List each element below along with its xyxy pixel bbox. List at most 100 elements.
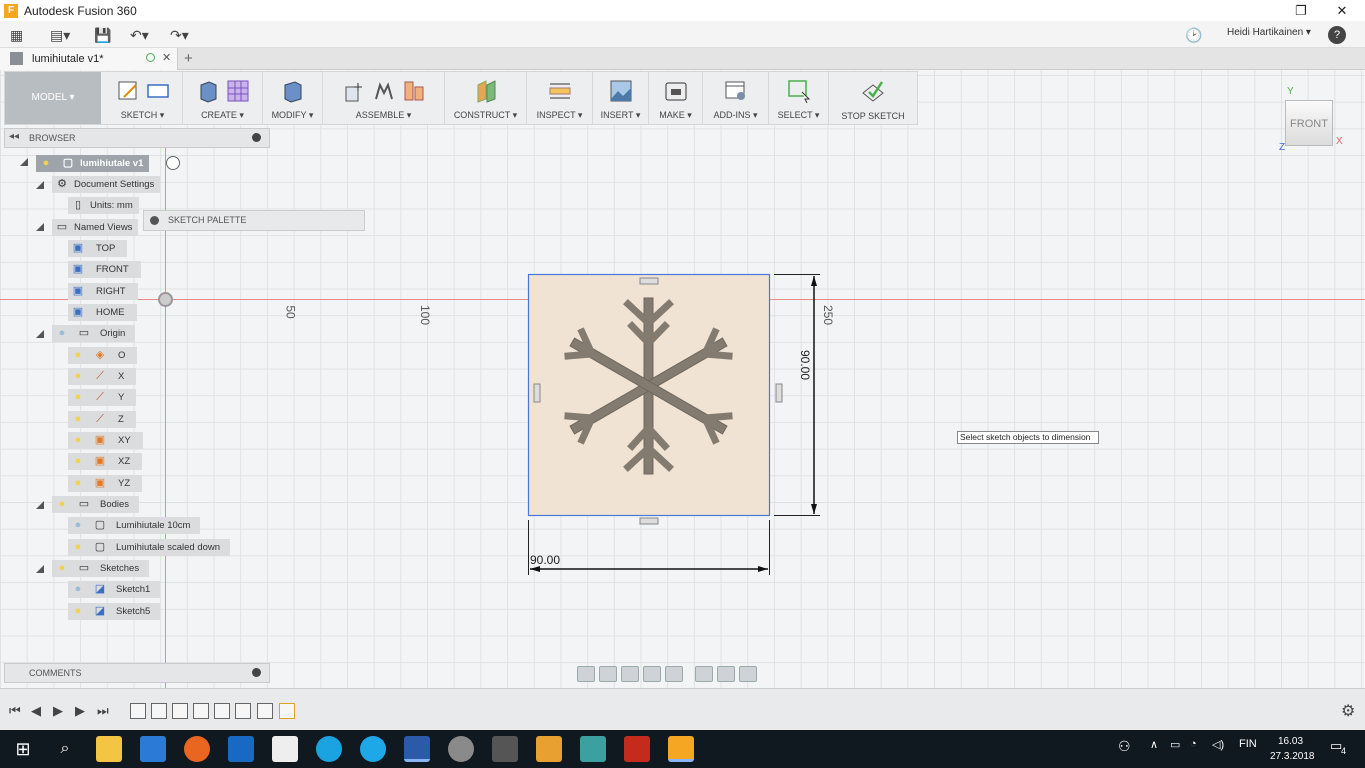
undo-icon[interactable]: ↶▾ (130, 25, 149, 45)
browser-pin-icon[interactable] (252, 133, 261, 142)
browser-item-view-home[interactable]: ▣ HOME (68, 304, 137, 321)
bulb-icon[interactable]: ● (55, 498, 69, 512)
browser-item-xz-plane[interactable]: ● ▣ XZ (68, 453, 143, 470)
look-at-icon[interactable] (599, 666, 617, 682)
timeline-feature-icon[interactable] (151, 703, 167, 719)
data-panel-grid-icon[interactable]: ▦ (10, 25, 23, 45)
browser-root[interactable]: ● ▢ lumihiutale v1 (36, 155, 150, 172)
tab-document[interactable]: lumihiutale v1* ✕ (0, 48, 178, 70)
help-icon[interactable]: ? (1328, 26, 1346, 44)
play-icon[interactable]: ▶ (53, 703, 63, 719)
skype-business-icon[interactable] (316, 736, 342, 762)
browser-item-units[interactable]: ▯ Units: mm (68, 197, 139, 214)
as-built-joint-icon[interactable] (401, 78, 427, 104)
go-to-start-icon[interactable]: ⏮ (9, 703, 21, 719)
browser-item-x-axis[interactable]: ● ⟋ X (68, 368, 137, 385)
offset-plane-icon[interactable] (473, 78, 499, 104)
workspace-switcher[interactable]: MODEL ▾ (5, 72, 101, 124)
bulb-icon[interactable]: ● (71, 434, 85, 448)
expand-triangle-icon[interactable] (36, 501, 44, 509)
construct-group[interactable]: CONSTRUCT ▾ (445, 72, 527, 124)
bulb-icon[interactable]: ● (71, 370, 85, 384)
bulb-icon[interactable]: ● (71, 413, 85, 427)
expand-triangle-icon[interactable] (36, 181, 44, 189)
display-settings-icon[interactable] (695, 666, 713, 682)
comments-pin-icon[interactable] (252, 668, 261, 677)
palette-pin-icon[interactable] (150, 216, 159, 225)
bulb-icon[interactable]: ● (71, 391, 85, 405)
browser-item-xy-plane[interactable]: ● ▣ XY (68, 432, 143, 449)
sublime-icon[interactable] (536, 736, 562, 762)
assemble-group[interactable]: ASSEMBLE ▾ (323, 72, 445, 124)
timeline-feature-icon[interactable] (235, 703, 251, 719)
vertical-dimension-label[interactable]: 90.00 (798, 350, 812, 380)
bulb-icon[interactable]: ● (71, 583, 85, 597)
timeline-sketch-icon[interactable] (279, 703, 295, 719)
browser-item-view-front[interactable]: ▣ FRONT (68, 261, 141, 278)
browser-item-view-top[interactable]: ▣ TOP (68, 240, 128, 257)
people-icon[interactable]: ⚇ (1118, 738, 1131, 755)
bulb-icon[interactable]: ● (71, 519, 85, 533)
browser-item-z-axis[interactable]: ● ⟋ Z (68, 411, 136, 428)
timeline-feature-icon[interactable] (193, 703, 209, 719)
design-canvas[interactable]: 50 100 150 200 250 (0, 70, 1365, 688)
browser-item-yz-plane[interactable]: ● ▣ YZ (68, 475, 143, 492)
restore-button[interactable]: ❐ (1281, 0, 1321, 21)
sketch-group[interactable]: SKETCH ▾ (103, 72, 183, 124)
bulb-icon[interactable]: ● (71, 541, 85, 555)
go-to-end-icon[interactable]: ⏭ (97, 703, 109, 719)
pan-icon[interactable] (621, 666, 639, 682)
sketch-palette-header[interactable]: SKETCH PALETTE (143, 210, 365, 231)
sticky-notes-icon[interactable] (272, 736, 298, 762)
timeline-feature-icon[interactable] (214, 703, 230, 719)
grid-snaps-icon[interactable] (717, 666, 735, 682)
add-ins-group[interactable]: ADD-INS ▾ (703, 72, 769, 124)
sketch-snowflake[interactable] (520, 268, 840, 578)
step-forward-icon[interactable]: ▶ (75, 703, 85, 719)
network-icon[interactable]: ◔ (1190, 738, 1197, 750)
skype-icon[interactable] (360, 736, 386, 762)
collapse-browser-icon[interactable]: ◂◂ (9, 131, 19, 142)
clock-date[interactable]: 27.3.2018 (1270, 751, 1315, 762)
battery-icon[interactable]: ▭ (1170, 738, 1180, 751)
rectangle-icon[interactable] (145, 78, 171, 104)
activate-component-icon[interactable] (166, 156, 180, 170)
timeline-feature-icon[interactable] (172, 703, 188, 719)
select-icon[interactable] (786, 78, 812, 104)
3d-print-icon[interactable] (663, 78, 689, 104)
select-group[interactable]: SELECT ▾ (769, 72, 829, 124)
browser-item-view-right[interactable]: ▣ RIGHT (68, 283, 138, 300)
redo-icon[interactable]: ↷▾ (170, 25, 189, 45)
create-sketch-icon[interactable] (115, 78, 141, 104)
acrobat-icon[interactable] (624, 736, 650, 762)
extrude-icon[interactable] (195, 78, 221, 104)
insert-group[interactable]: INSERT ▾ (593, 72, 649, 124)
browser-item-y-axis[interactable]: ● ⟋ Y (68, 389, 137, 406)
timeline-feature-icon[interactable] (257, 703, 273, 719)
inspect-group[interactable]: INSPECT ▾ (527, 72, 593, 124)
bulb-icon[interactable]: ● (71, 605, 85, 619)
browser-item-sketch1[interactable]: ● ◪ Sketch1 (68, 581, 161, 598)
fusion360-taskbar-icon[interactable] (668, 736, 694, 762)
make-group[interactable]: MAKE ▾ (649, 72, 703, 124)
view-cube[interactable]: FRONT (1285, 100, 1333, 146)
browser-item-body-2[interactable]: ● ▢ Lumihiutale scaled down (68, 539, 231, 556)
modify-group[interactable]: MODIFY ▾ (263, 72, 323, 124)
browser-item-origin[interactable]: ● ▭ Origin (52, 325, 136, 342)
bulb-icon[interactable]: ● (71, 477, 85, 491)
edge-browser-icon[interactable] (140, 736, 166, 762)
user-menu[interactable]: Heidi Hartikainen ▾ (1227, 27, 1311, 38)
outlook-icon[interactable] (228, 736, 254, 762)
timeline-feature-icon[interactable] (130, 703, 146, 719)
stop-sketch-icon[interactable] (860, 78, 886, 104)
bulb-icon[interactable]: ● (55, 562, 69, 576)
tray-chevron-icon[interactable]: ∧ (1150, 738, 1158, 751)
file-explorer-icon[interactable] (96, 736, 122, 762)
viewports-icon[interactable] (739, 666, 757, 682)
timeline-settings-gear-icon[interactable]: ⚙ (1341, 701, 1355, 721)
close-window-button[interactable]: ✕ (1322, 0, 1362, 21)
comments-panel-header[interactable]: COMMENTS (4, 663, 270, 683)
pattern-icon[interactable] (225, 78, 251, 104)
expand-triangle-icon[interactable] (36, 330, 44, 338)
browser-item-document-settings[interactable]: ⚙ Document Settings (52, 176, 161, 193)
